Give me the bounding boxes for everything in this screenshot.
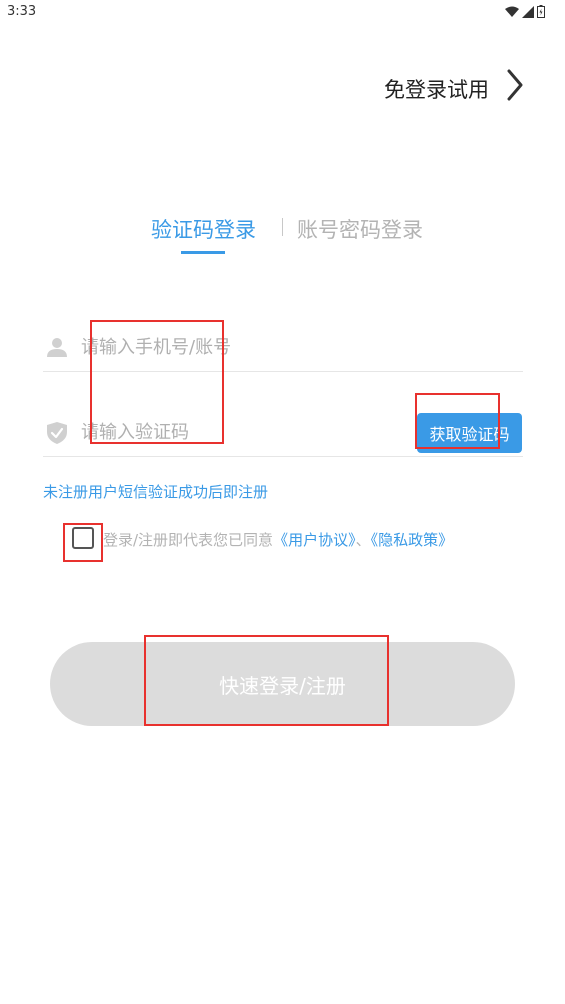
privacy-policy-link[interactable]: 《隐私政策》 bbox=[371, 531, 454, 549]
agreement-prefix: 登录/注册即代表您已同意 bbox=[103, 531, 274, 549]
tab-sms-login[interactable]: 验证码登录 bbox=[151, 214, 256, 244]
agreement-separator: 、 bbox=[355, 531, 371, 549]
register-hint: 未注册用户短信验证成功后即注册 bbox=[43, 483, 269, 501]
skip-login-button[interactable]: 免登录试用 bbox=[355, 68, 525, 104]
verification-code-field: 获取验证码 bbox=[43, 405, 523, 457]
wifi-icon bbox=[505, 6, 519, 17]
agreement-text: 登录/注册即代表您已同意《用户协议》、《隐私政策》 bbox=[103, 529, 453, 550]
user-agreement-link[interactable]: 《用户协议》 bbox=[273, 531, 356, 549]
shield-check-icon bbox=[47, 422, 67, 444]
status-time: 3:33 bbox=[7, 4, 37, 19]
phone-field bbox=[43, 320, 523, 372]
signal-icon bbox=[522, 5, 534, 18]
phone-input[interactable] bbox=[81, 330, 411, 364]
status-bar: 3:33 bbox=[0, 0, 565, 24]
tab-password-login[interactable]: 账号密码登录 bbox=[297, 214, 423, 244]
user-icon bbox=[47, 338, 67, 357]
status-icons bbox=[505, 5, 545, 18]
login-screen: 3:33 免登录试用 验证码登录 账号密码登录 请输入手机号/账号 请输入验证码… bbox=[0, 0, 565, 1004]
tab-divider bbox=[282, 218, 283, 236]
chevron-right-icon bbox=[507, 69, 523, 101]
get-code-button[interactable]: 获取验证码 bbox=[417, 413, 522, 453]
quick-login-register-button[interactable]: 快速登录/注册 bbox=[50, 642, 515, 726]
agreement-checkbox[interactable] bbox=[72, 527, 94, 549]
tab-active-indicator bbox=[181, 251, 225, 254]
skip-login-label: 免登录试用 bbox=[384, 78, 489, 102]
battery-icon bbox=[537, 5, 545, 18]
verification-code-input[interactable] bbox=[81, 415, 411, 449]
